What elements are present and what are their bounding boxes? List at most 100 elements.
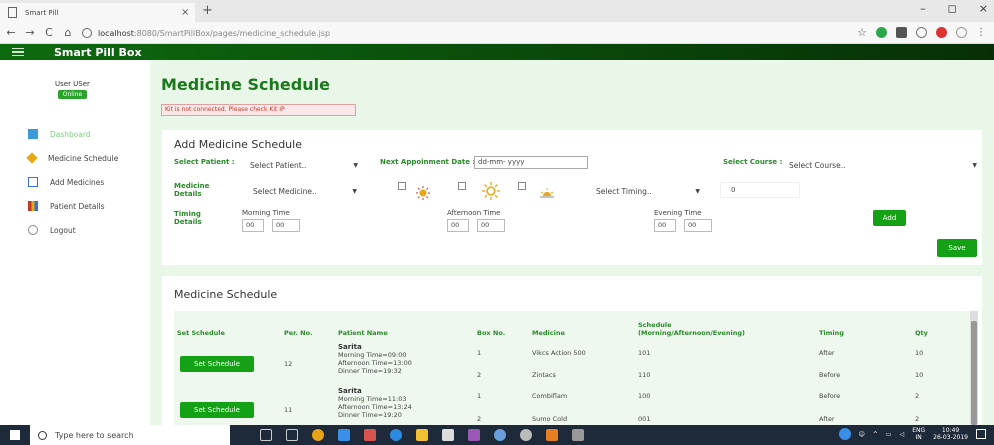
chrome-icon[interactable] — [312, 429, 324, 441]
window-controls: – ◻ × — [920, 2, 988, 15]
row2-per-no: 11 — [284, 406, 293, 414]
minimize-button[interactable]: – — [920, 2, 926, 15]
forward-button[interactable]: → — [22, 26, 38, 39]
maximize-button[interactable]: ◻ — [948, 2, 957, 15]
afternoon-minute-input[interactable]: 00 — [477, 219, 505, 232]
select-patient-dropdown[interactable]: Select Patient.. ▼ — [250, 158, 358, 172]
store-icon[interactable] — [442, 429, 454, 441]
settings-gear-icon[interactable] — [520, 429, 532, 441]
select-timing-dropdown[interactable]: Select Timing.. ▼ — [596, 184, 700, 198]
sidebar-item-patient-details[interactable]: Patient Details — [28, 194, 118, 218]
chevron-down-icon: ▼ — [353, 161, 358, 169]
profile-icon[interactable] — [956, 27, 967, 38]
hamburger-menu-icon[interactable] — [12, 47, 24, 57]
morning-minute-input[interactable]: 00 — [272, 219, 300, 232]
extension-shield-icon[interactable] — [916, 27, 927, 38]
extension-green-icon[interactable] — [876, 27, 887, 38]
close-window-button[interactable]: × — [979, 2, 988, 15]
taskbar-search[interactable]: Type here to search — [30, 425, 230, 445]
site-info-icon[interactable] — [82, 28, 92, 38]
tab-title: Smart Pill — [25, 8, 59, 17]
back-button[interactable]: ← — [3, 26, 19, 39]
morning-checkbox[interactable] — [398, 182, 406, 190]
status-badge: Online — [57, 90, 88, 99]
set-schedule-button[interactable]: Set Schedule — [180, 402, 254, 418]
add-schedule-card: Add Medicine Schedule Select Patient : S… — [162, 130, 982, 265]
taskbar-apps — [260, 429, 584, 441]
browser-tab[interactable]: Smart Pill × — [0, 3, 195, 22]
header-qty: Qty — [915, 329, 928, 337]
row2-medicine-2: Sumo Cold — [532, 415, 568, 423]
notifications-icon[interactable] — [976, 429, 986, 439]
file-explorer-icon[interactable] — [416, 429, 428, 441]
add-button[interactable]: Add — [873, 210, 906, 226]
app-icon-gray[interactable] — [572, 429, 584, 441]
app-icon-purple[interactable] — [468, 429, 480, 441]
app-icon-orange[interactable] — [546, 429, 558, 441]
sidebar-item-logout[interactable]: Logout — [28, 218, 118, 242]
add-medicine-icon — [28, 177, 38, 187]
row1-timing-2: Before — [819, 371, 841, 379]
set-schedule-button[interactable]: Set Schedule — [180, 356, 254, 372]
header-per-no: Per. No. — [284, 329, 313, 337]
edge-icon[interactable] — [390, 429, 402, 441]
save-button[interactable]: Save — [937, 239, 977, 257]
row1-per-no: 12 — [284, 360, 293, 368]
schedule-table-title: Medicine Schedule — [174, 288, 278, 301]
row1-schedule-1: 101 — [638, 349, 651, 357]
app-icon-red[interactable] — [364, 429, 376, 441]
tab-close-icon[interactable]: × — [181, 7, 195, 18]
chevron-up-icon[interactable]: ^ — [873, 431, 878, 438]
sidebar-item-add-medicines[interactable]: Add Medicines — [28, 170, 118, 194]
new-tab-button[interactable]: + — [202, 3, 213, 18]
row2-schedule-2: 001 — [638, 415, 651, 423]
evening-hour-input[interactable]: 00 — [654, 219, 676, 232]
afternoon-hour-input[interactable]: 00 — [447, 219, 469, 232]
menu-kebab-icon[interactable]: ⋮ — [976, 27, 986, 38]
table-scrollbar[interactable] — [970, 311, 978, 425]
row2-box-2: 2 — [477, 415, 482, 423]
evening-minute-input[interactable]: 00 — [684, 219, 712, 232]
select-medicine-dropdown[interactable]: Select Medicine.. ▼ — [253, 184, 357, 198]
header-medicine: Medicine — [532, 329, 565, 337]
clock[interactable]: 10:49 26-03-2019 — [933, 427, 968, 441]
app-header: Smart Pill Box — [0, 44, 994, 60]
app-icon-globe[interactable] — [494, 429, 506, 441]
sidebar-item-dashboard[interactable]: Dashboard — [28, 122, 118, 146]
morning-hour-input[interactable]: 00 — [242, 219, 264, 232]
extension-dark-icon[interactable] — [896, 27, 907, 38]
home-button[interactable]: ⌂ — [60, 26, 76, 39]
sidebar-item-medicine-schedule[interactable]: Medicine Schedule — [26, 146, 118, 170]
browser-toolbar: ← → C ⌂ localhost:8080/SmartPillBox/page… — [0, 22, 994, 44]
schedule-table: Set Schedule Per. No. Patient Name Box N… — [174, 311, 978, 425]
header-schedule: Schedule (Morning/Afternoon/Evening) — [638, 321, 745, 337]
chevron-down-icon: ▼ — [695, 187, 700, 195]
quantity-input[interactable]: 0 — [720, 182, 800, 198]
afternoon-checkbox[interactable] — [458, 182, 466, 190]
row2-timing-2: After — [819, 415, 835, 423]
extension-red-icon[interactable] — [936, 27, 947, 38]
app-icon-blue[interactable] — [338, 429, 350, 441]
select-course-dropdown[interactable]: Select Course.. ▼ — [789, 158, 977, 172]
task-view-icon[interactable] — [286, 429, 298, 441]
schedule-icon — [26, 152, 38, 164]
reload-button[interactable]: C — [41, 26, 57, 39]
mic-icon[interactable] — [260, 429, 272, 441]
next-appointment-date-input[interactable]: dd-mm- yyyy — [474, 156, 588, 169]
user-panel: User USer Online — [55, 80, 90, 99]
people-icon[interactable]: ☺ — [859, 431, 865, 438]
cortana-icon — [38, 430, 47, 440]
network-icon[interactable]: ▭ — [886, 431, 892, 438]
scrollbar-thumb[interactable] — [971, 321, 977, 425]
language-indicator[interactable]: ENG IN — [912, 427, 925, 441]
tray-app-icon[interactable] — [838, 428, 851, 440]
address-bar[interactable]: localhost:8080/SmartPillBox/pages/medici… — [82, 25, 832, 41]
volume-icon[interactable]: ◁ — [900, 431, 905, 438]
row2-patient: Sarita Morning Time=11:03 Afternoon Time… — [338, 387, 412, 419]
afternoon-time-label: Afternoon Time — [447, 209, 501, 217]
windows-start-button[interactable] — [0, 425, 30, 445]
timing-details-label: Timing Details — [174, 210, 202, 226]
evening-checkbox[interactable] — [518, 182, 526, 190]
bookmark-star-icon[interactable]: ☆ — [857, 26, 867, 39]
page-title: Medicine Schedule — [161, 75, 330, 94]
